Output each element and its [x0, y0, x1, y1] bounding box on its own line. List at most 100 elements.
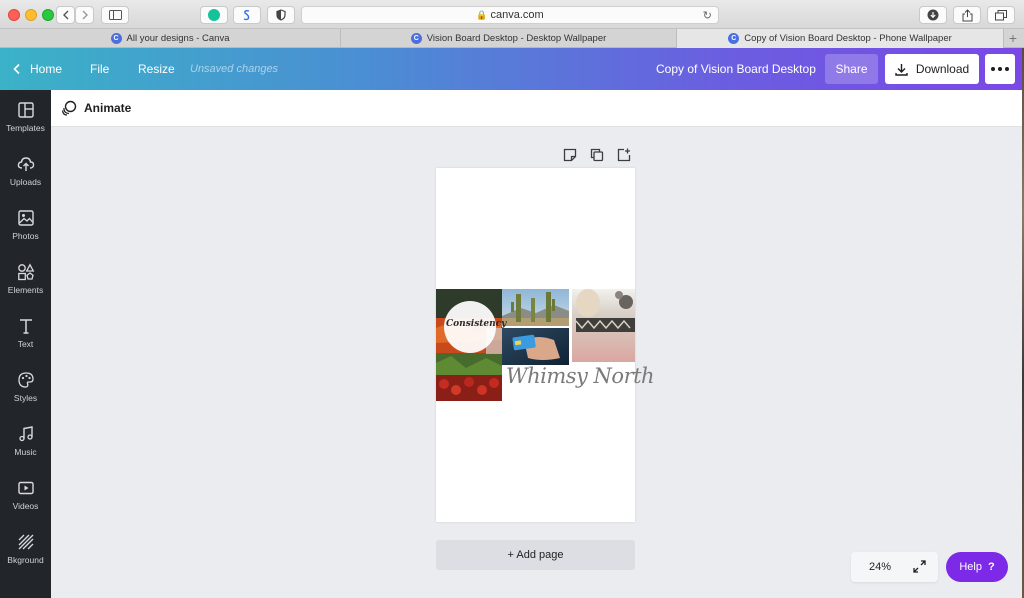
- download-label: Download: [915, 62, 970, 76]
- forward-button[interactable]: [75, 6, 94, 24]
- video-icon: [17, 481, 34, 495]
- unsaved-changes-label: Unsaved changes: [190, 63, 279, 75]
- sidebar-item-music[interactable]: Music: [0, 414, 51, 468]
- minimize-window-button[interactable]: [25, 9, 37, 21]
- add-page-button[interactable]: + Add page: [436, 540, 635, 570]
- address-text: canva.com: [490, 9, 544, 21]
- sidebar-label: Text: [17, 339, 34, 349]
- tab-overview-button[interactable]: [987, 6, 1015, 24]
- tab-label: Vision Board Desktop - Desktop Wallpaper: [426, 33, 607, 44]
- sidebar-label: Videos: [12, 501, 39, 511]
- sidebar-label: Uploads: [9, 177, 42, 187]
- editor-header: Home File Resize Unsaved changes Copy of…: [0, 48, 1022, 90]
- resize-button[interactable]: Resize: [138, 48, 175, 90]
- file-menu[interactable]: File: [90, 48, 109, 90]
- sidebar-item-styles[interactable]: Styles: [0, 360, 51, 414]
- download-button[interactable]: Download: [885, 54, 979, 84]
- downloads-button[interactable]: [919, 6, 947, 24]
- text-icon: [19, 319, 32, 334]
- sidebar-item-text[interactable]: Text: [0, 306, 51, 360]
- music-note-icon: [18, 426, 33, 442]
- duplicate-page-icon[interactable]: [590, 148, 604, 162]
- add-new-page-icon[interactable]: [617, 148, 631, 162]
- sidebar-item-background[interactable]: Bkground: [0, 522, 51, 576]
- animate-icon: [61, 100, 77, 116]
- share-sheet-button[interactable]: [953, 6, 981, 24]
- sidebar-label: Photos: [12, 231, 39, 241]
- browser-tab-bar: C All your designs - Canva C Vision Boar…: [0, 29, 1024, 48]
- chevron-right-icon: [82, 10, 88, 20]
- new-tab-button[interactable]: +: [1004, 29, 1024, 47]
- reload-icon[interactable]: ↻: [703, 9, 712, 22]
- document-title[interactable]: Copy of Vision Board Desktop: [656, 48, 816, 90]
- templates-icon: [17, 102, 34, 118]
- sidebar-item-elements[interactable]: Elements: [0, 252, 51, 306]
- photo-cactus[interactable]: [502, 289, 569, 326]
- tabs-icon: [995, 9, 1007, 20]
- sidebar-label: Bkground: [7, 555, 44, 565]
- question-icon: ?: [987, 561, 995, 573]
- background-icon: [18, 534, 33, 550]
- browser-tab-desktop-wallpaper[interactable]: C Vision Board Desktop - Desktop Wallpap…: [341, 29, 677, 48]
- extension-button[interactable]: [233, 6, 261, 24]
- image-icon: [17, 210, 34, 226]
- home-button[interactable]: Home: [13, 48, 62, 90]
- add-note-icon[interactable]: [563, 148, 577, 162]
- grammarly-extension-button[interactable]: [200, 6, 228, 24]
- palette-icon: [17, 372, 34, 388]
- more-options-button[interactable]: [985, 54, 1015, 84]
- canva-favicon-icon: C: [410, 33, 422, 44]
- consistency-text[interactable]: Consistency: [446, 319, 506, 329]
- editor-toolbar: Animate: [51, 90, 1022, 127]
- sidebar-label: Music: [14, 447, 37, 457]
- extension-s-icon: [243, 10, 250, 21]
- sidebar-label: Templates: [6, 123, 45, 133]
- address-bar[interactable]: 🔒 canva.com ↻: [301, 6, 719, 24]
- more-dots-icon: [991, 67, 995, 71]
- sidebar-item-photos[interactable]: Photos: [0, 198, 51, 252]
- tab-label: All your designs - Canva: [126, 33, 230, 44]
- zoom-level[interactable]: 24%: [869, 561, 891, 573]
- sidebar-item-videos[interactable]: Videos: [0, 468, 51, 522]
- canva-favicon-icon: C: [110, 33, 122, 44]
- grammarly-icon: [208, 9, 220, 21]
- whimsy-north-text[interactable]: Whimsy North: [506, 364, 655, 388]
- shapes-icon: [17, 263, 34, 281]
- photo-sweater[interactable]: [572, 289, 635, 362]
- back-button[interactable]: [56, 6, 75, 24]
- sidebar-label: Elements: [7, 285, 44, 295]
- sidebar-toggle-button[interactable]: [101, 6, 129, 24]
- fullscreen-expand-icon[interactable]: [913, 560, 926, 573]
- sidebar-icon: [108, 10, 122, 20]
- animate-label: Animate: [84, 101, 132, 115]
- editor-sidebar: Templates Uploads Photos Elements Text S…: [0, 90, 51, 598]
- design-page[interactable]: Consistency Whimsy North: [436, 168, 655, 522]
- browser-tab-phone-wallpaper[interactable]: C Copy of Vision Board Desktop - Phone W…: [677, 29, 1004, 48]
- tab-label: Copy of Vision Board Desktop - Phone Wal…: [744, 33, 952, 44]
- close-window-button[interactable]: [8, 9, 20, 21]
- design-canvas: [436, 289, 635, 401]
- animate-button[interactable]: Animate: [61, 90, 131, 126]
- sidebar-label: Styles: [13, 393, 38, 403]
- zoom-control[interactable]: 24%: [851, 552, 938, 582]
- download-circle-icon: [927, 9, 939, 21]
- canvas-workspace: Consistency Whimsy North + Add page 24% …: [51, 127, 1022, 598]
- download-icon: [895, 63, 908, 76]
- chevron-left-icon: [62, 10, 68, 20]
- sidebar-item-uploads[interactable]: Uploads: [0, 144, 51, 198]
- browser-toolbar: 🔒 canva.com ↻: [0, 0, 1024, 29]
- browser-tab-all-designs[interactable]: C All your designs - Canva: [0, 29, 341, 48]
- lock-icon: 🔒: [476, 9, 488, 20]
- help-button[interactable]: Help ?: [946, 552, 1008, 582]
- upload-cloud-icon: [17, 157, 34, 171]
- share-icon: [962, 8, 972, 21]
- photo-card-hand[interactable]: [502, 328, 569, 365]
- sidebar-item-templates[interactable]: Templates: [0, 90, 51, 144]
- home-label: Home: [30, 62, 63, 76]
- canva-favicon-icon: C: [728, 33, 740, 44]
- help-label: Help: [959, 561, 982, 573]
- zoom-window-button[interactable]: [42, 9, 54, 21]
- share-button[interactable]: Share: [825, 54, 878, 84]
- privacy-extension-button[interactable]: [267, 6, 295, 24]
- save-status: Unsaved changes: [190, 48, 278, 90]
